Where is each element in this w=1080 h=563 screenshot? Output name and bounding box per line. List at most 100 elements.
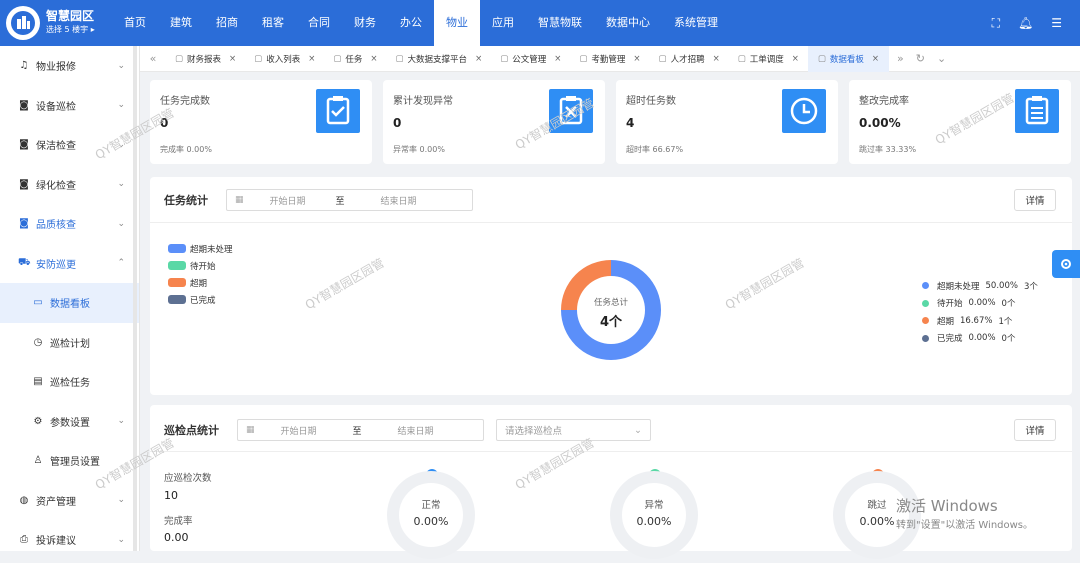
sidebar-item-5[interactable]: ⛟ 安防巡更 ⌃ [0,244,139,284]
tab-label: 公文管理 [512,54,547,65]
clock-icon [782,89,826,133]
chevron-up-icon: ⌃ [117,258,125,269]
briefcase-icon: ▤ [33,376,43,388]
nav-item-9[interactable]: 智慧物联 [526,0,594,46]
tabs-scroll-left-icon[interactable]: « [140,52,166,65]
legend-swatch [168,261,186,270]
tab-4[interactable]: ▢ 公文管理 × [491,46,570,72]
tab-8[interactable]: ▢ 数据看板 × [807,45,890,72]
legend-row[interactable]: 超期 16.67% 1个 [922,312,1038,330]
close-icon[interactable]: × [872,54,879,64]
tab-3[interactable]: ▢ 大数据支撑平台 × [387,46,492,72]
nav-item-1[interactable]: 建筑 [158,0,204,46]
close-icon[interactable]: × [475,54,482,64]
chevron-down-icon: ⌄ [634,424,642,436]
legend-count: 0个 [1001,334,1016,345]
legend-item[interactable]: 待开始 [168,257,233,274]
sidebar-item-6[interactable]: ▭ 数据看板 [0,283,139,323]
tab-7[interactable]: ▢ 工单调度 × [729,46,808,72]
app-logo[interactable]: 智慧园区 选择 5 楼宇 ▸ [0,0,112,46]
nav-item-5[interactable]: 财务 [342,0,388,46]
top-navbar: 智慧园区 选择 5 楼宇 ▸ 首页 建筑 招商 租客 合同 财务 办公 物业 应用 智慧物联 数据中… [0,0,1080,46]
nav-item-3[interactable]: 租客 [250,0,296,46]
nav-item-2[interactable]: 招商 [204,0,250,46]
legend-count: 1个 [998,316,1013,327]
nav-item-8[interactable]: 应用 [480,0,526,46]
nav-item-6[interactable]: 办公 [388,0,434,46]
task-start-date[interactable]: 开始日期 [270,194,306,207]
kpi-label: 任务完成数 [160,96,210,107]
close-icon[interactable]: × [308,54,315,64]
close-icon[interactable]: × [713,54,720,64]
nav-item-10[interactable]: 数据中心 [594,0,662,46]
tab-5[interactable]: ▢ 考勤管理 × [570,46,649,72]
tab-6[interactable]: ▢ 人才招聘 × [650,46,729,72]
legend-percent: 50.00% [985,280,1018,291]
chevron-down-icon[interactable]: ⌄ [937,52,946,65]
bell-icon[interactable]: 🔔︎ [1018,16,1033,31]
patrol-start-date[interactable]: 开始日期 [281,424,317,437]
chart-legend-left: 超期未处理待开始 超期 已完成 [168,240,233,308]
date-separator: 至 [335,196,345,207]
refresh-icon[interactable]: ↻ [916,52,925,65]
legend-row[interactable]: 待开始 0.00% 0个 [922,295,1038,313]
legend-swatch [168,295,186,304]
nav-item-0[interactable]: 首页 [112,0,158,46]
sidebar-item-0[interactable]: ♫ 物业报修 ⌄ [0,46,139,86]
close-icon[interactable]: × [554,54,561,64]
sidebar-item-12[interactable]: ⎙ 投诉建议 ⌄ [0,520,139,560]
sidebar-item-8[interactable]: ▤ 巡检任务 [0,362,139,402]
legend-percent: 0.00% [968,333,996,344]
tab-0[interactable]: ▢ 财务报表 × [166,46,245,72]
sidebar-item-3[interactable]: ◙ 绿化检查 ⌄ [0,165,139,205]
legend-dot [922,282,929,290]
settings-sliders-icon[interactable]: ☰ [1051,16,1062,31]
settings-fab[interactable] [1052,250,1080,278]
patrol-stats-title: 巡检点统计 [164,424,219,437]
sidebar-item-2[interactable]: ◙ 保洁检查 ⌄ [0,125,139,165]
legend-item[interactable]: 已完成 [168,291,233,308]
patrol-date-range[interactable]: ▦ 开始日期 至 结束日期 [237,419,484,441]
nav-item-7[interactable]: 物业 [434,0,480,46]
clipboard-list-icon [1015,89,1059,133]
building-selector[interactable]: 选择 5 楼宇 ▸ [46,23,95,37]
globe-icon: ◍ [19,494,29,506]
sidebar-item-11[interactable]: ◍ 资产管理 ⌄ [0,481,139,521]
tab-1[interactable]: ▢ 收入列表 × [245,46,324,72]
legend-item[interactable]: 超期未处理 [168,240,233,257]
sidebar-item-4[interactable]: ◙ 品质核查 ⌄ [0,204,139,244]
close-icon[interactable]: × [370,54,377,64]
fullscreen-icon[interactable]: ⛶ [992,16,1000,31]
activation-title: 激活 Windows [896,497,998,515]
legend-item[interactable]: 超期 [168,274,233,291]
sidebar-scrollbar[interactable] [133,46,137,551]
task-date-range[interactable]: ▦ 开始日期 至 结束日期 [226,189,473,211]
close-icon[interactable]: × [792,54,799,64]
legend-swatch [168,244,186,253]
sidebar-item-10[interactable]: ♙ 管理员设置 [0,441,139,481]
task-end-date[interactable]: 结束日期 [381,194,417,207]
patrol-detail-button[interactable]: 详情 [1014,419,1056,441]
sidebar-item-9[interactable]: ⚙ 参数设置 ⌄ [0,402,139,442]
clipboard-check-icon [316,89,360,133]
legend-label: 超期未处理 [190,244,233,255]
sidebar-item-label: 绿化检查 [36,180,76,192]
nav-item-11[interactable]: 系统管理 [662,0,730,46]
chevron-down-icon: ⌄ [117,416,125,427]
patrol-point-select[interactable]: 请选择巡检点 ⌄ [496,419,651,441]
patrol-end-date[interactable]: 结束日期 [398,424,434,437]
tab-2[interactable]: ▢ 任务 × [324,46,386,72]
legend-row[interactable]: 超期未处理 50.00% 3个 [922,277,1038,295]
kpi-label: 整改完成率 [859,96,909,107]
legend-count: 3个 [1023,281,1038,292]
task-detail-button[interactable]: 详情 [1014,189,1056,211]
tab-icon: ▢ [254,53,263,64]
sidebar-item-7[interactable]: ◷ 巡检计划 [0,323,139,363]
tabs-scroll-right-icon[interactable]: » [897,52,904,65]
close-icon[interactable]: × [633,54,640,64]
legend-row[interactable]: 已完成 0.00% 0个 [922,330,1038,348]
close-icon[interactable]: × [229,54,236,64]
sidebar-item-1[interactable]: ◙ 设备巡检 ⌄ [0,86,139,126]
chevron-down-icon: ⌄ [117,100,125,111]
nav-item-4[interactable]: 合同 [296,0,342,46]
